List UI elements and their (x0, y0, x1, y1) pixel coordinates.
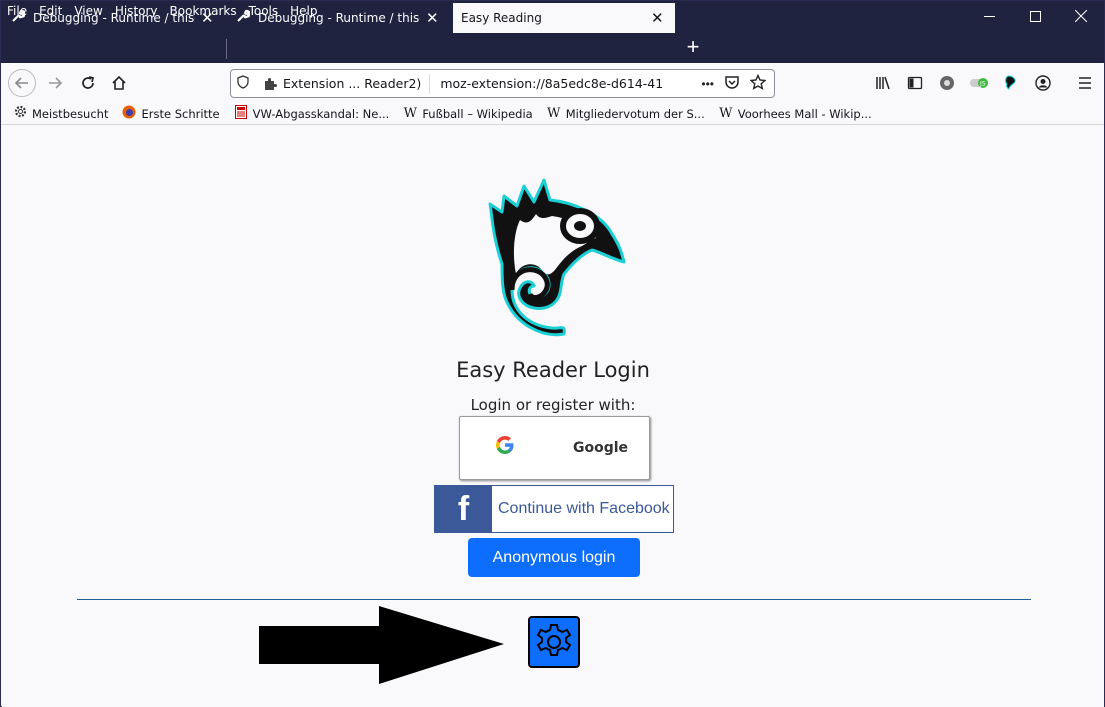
reload-button[interactable] (74, 69, 102, 97)
settings-button[interactable] (528, 616, 580, 668)
bookmark-label: Erste Schritte (141, 106, 220, 121)
facebook-login-button[interactable]: f Continue with Facebook (434, 485, 674, 533)
close-window-button[interactable] (1058, 1, 1104, 31)
google-login-button[interactable]: Google (459, 416, 650, 480)
close-tab-icon[interactable]: ✕ (426, 9, 439, 27)
bookmark-voorhees-mall[interactable]: W Voorhees Mall - Wikip... (719, 106, 872, 121)
toolbar-icons: JS (873, 73, 1053, 93)
bookmark-star-icon[interactable] (749, 73, 767, 94)
close-tab-icon[interactable]: ✕ (201, 9, 214, 27)
extension-gear-icon[interactable] (937, 73, 957, 93)
hamburger-menu-icon (1079, 77, 1091, 89)
wrench-icon (236, 9, 252, 27)
extension-label: Extension ... Reader2) (283, 76, 422, 91)
tab-easy-reading[interactable]: Easy Reading ✕ (453, 3, 675, 33)
section-divider (77, 599, 1031, 600)
browser-window: File Edit View History Bookmarks Tools H… (0, 0, 1105, 707)
tab-label: Easy Reading (461, 11, 542, 25)
minimize-icon (983, 15, 995, 17)
chameleon-extension-icon[interactable] (1001, 73, 1021, 93)
wrench-icon (11, 9, 27, 27)
account-icon[interactable] (1033, 73, 1053, 93)
url-actions: ••• (701, 73, 767, 94)
puzzle-icon (265, 77, 277, 90)
bookmark-erste-schritte[interactable]: Erste Schritte (122, 105, 220, 123)
js-toggle-icon[interactable]: JS (969, 73, 989, 93)
back-arrow-icon (14, 77, 28, 89)
gear-icon (536, 624, 572, 656)
maximize-icon (1029, 10, 1041, 22)
close-tab-icon[interactable]: ✕ (651, 9, 664, 27)
url-text[interactable]: moz-extension://8a5edc8e-d614-41 (430, 76, 670, 91)
new-tab-button[interactable]: + (681, 34, 705, 59)
page-actions-icon[interactable]: ••• (701, 74, 714, 94)
tab-label: Debugging - Runtime / this-firefox (33, 11, 195, 25)
wikipedia-icon: W (403, 106, 417, 121)
bookmark-meistbesucht[interactable]: Meistbesucht (13, 105, 108, 122)
maximize-button[interactable] (1012, 1, 1058, 31)
tab-debugging-2[interactable]: Debugging - Runtime / this-firefox ✕ (228, 3, 447, 33)
home-icon (112, 75, 126, 90)
login-subtitle: Login or register with: (470, 396, 636, 414)
library-icon[interactable] (873, 73, 893, 93)
google-label: Google (573, 440, 629, 456)
minimize-button[interactable] (966, 1, 1012, 31)
reload-icon (82, 76, 95, 89)
chameleon-logo (488, 178, 626, 337)
bookmark-label: VW-Abgasskandal: Ne... (252, 106, 390, 121)
shield-icon[interactable] (231, 75, 255, 92)
url-bar[interactable]: Extension ... Reader2) moz-extension://8… (230, 69, 775, 98)
bookmark-label: Meistbesucht (32, 106, 109, 121)
bookmark-label: Voorhees Mall - Wikip... (737, 106, 872, 121)
page-content: Easy Reader Login Login or register with… (2, 126, 1104, 707)
sidebar-icon[interactable] (905, 73, 925, 93)
forward-arrow-icon (49, 77, 63, 89)
close-icon (1075, 10, 1087, 22)
gear-icon (13, 105, 27, 122)
google-logo-icon (495, 435, 515, 461)
news-icon (234, 104, 248, 123)
app-menu-button[interactable] (1071, 69, 1099, 97)
home-button[interactable] (105, 69, 133, 97)
tab-bar (1, 31, 1104, 63)
window-controls (966, 1, 1104, 31)
firefox-icon (122, 105, 136, 123)
wikipedia-icon: W (719, 106, 733, 121)
bookmarks-toolbar: Meistbesucht Erste Schritte VW-Abgasskan… (1, 103, 1104, 125)
right-arrow-icon (259, 606, 504, 684)
forward-button[interactable] (41, 69, 69, 97)
bookmark-label: Fußball – Wikipedia (422, 106, 533, 121)
facebook-icon: f (435, 486, 492, 532)
navigation-bar: Extension ... Reader2) moz-extension://8… (1, 63, 1104, 103)
anonymous-login-button[interactable]: Anonymous login (468, 538, 640, 577)
back-button[interactable] (8, 69, 36, 97)
bookmark-label: Mitgliedervotum der S... (565, 106, 705, 121)
tab-debugging-1[interactable]: Debugging - Runtime / this-firefox ✕ (3, 3, 222, 33)
tab-label: Debugging - Runtime / this-firefox (258, 11, 420, 25)
facebook-label: Continue with Facebook (498, 500, 670, 517)
bookmark-mitgliedervotum[interactable]: W Mitgliedervotum der S... (547, 106, 705, 121)
pocket-icon[interactable] (724, 74, 740, 94)
tab-separator (226, 39, 227, 59)
bookmark-fussball-wikipedia[interactable]: W Fußball – Wikipedia (403, 106, 533, 121)
extension-identity[interactable]: Extension ... Reader2) (255, 73, 431, 94)
bookmark-vw-abgasskandal[interactable]: VW-Abgasskandal: Ne... (234, 104, 390, 123)
wikipedia-icon: W (547, 106, 561, 121)
login-title: Easy Reader Login (456, 358, 650, 382)
svg-text:JS: JS (979, 81, 986, 88)
